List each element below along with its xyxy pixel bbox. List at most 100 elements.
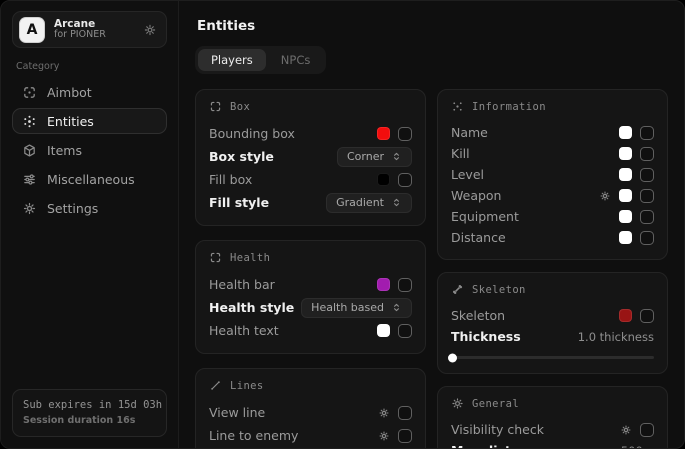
setting-label: Level (451, 167, 484, 182)
setting-row: Fill style Gradient (209, 191, 412, 214)
checkbox[interactable] (640, 210, 654, 224)
health-style-dropdown[interactable]: Health based (301, 298, 412, 318)
checkbox[interactable] (398, 278, 412, 292)
setting-label: Name (451, 125, 488, 140)
checkbox[interactable] (398, 173, 412, 187)
sidebar: A Arcane for PIONER Category (1, 1, 179, 448)
checkbox[interactable] (398, 324, 412, 338)
general-panel-header: General (451, 397, 654, 410)
diagonal-line-icon (209, 379, 222, 392)
corner-brackets-icon (209, 251, 222, 264)
setting-label: Fill style (209, 195, 269, 210)
setting-label: Health style (209, 300, 294, 315)
color-swatch[interactable] (377, 173, 390, 186)
sub-expiry-text: Sub expires in 15d 03h (23, 398, 156, 414)
checkbox[interactable] (640, 168, 654, 182)
checkbox[interactable] (640, 189, 654, 203)
slider-label-row: Thickness 1.0 thickness (451, 326, 654, 347)
setting-row: Equipment (451, 206, 654, 227)
color-swatch[interactable] (619, 147, 632, 160)
setting-label: Weapon (451, 188, 501, 203)
gear-icon (22, 201, 37, 216)
box-panel: Box Bounding box Box style Corner (195, 89, 426, 226)
tab-npcs[interactable]: NPCs (268, 49, 324, 71)
color-swatch[interactable] (619, 231, 632, 244)
dropdown-value: Corner (347, 150, 384, 163)
slider-value: 500m (621, 444, 654, 449)
session-duration-text: Session duration 16s (23, 414, 156, 428)
color-swatch[interactable] (619, 210, 632, 223)
sidebar-item-items[interactable]: Items (12, 137, 167, 163)
setting-row: Kill (451, 143, 654, 164)
setting-row: Skeleton (451, 305, 654, 326)
color-swatch[interactable] (619, 309, 632, 322)
sliders-icon (22, 172, 37, 187)
panel-title: Lines (230, 380, 264, 392)
color-swatch[interactable] (377, 278, 390, 291)
setting-label: Bounding box (209, 126, 295, 141)
setting-row: Visibility check (451, 419, 654, 440)
gear-icon[interactable] (378, 407, 390, 419)
fill-style-dropdown[interactable]: Gradient (326, 193, 412, 213)
color-swatch[interactable] (377, 127, 390, 140)
panel-columns: Box Bounding box Box style Corner (195, 89, 668, 449)
box-style-dropdown[interactable]: Corner (337, 147, 412, 167)
info-target-icon (451, 100, 464, 113)
box-panel-header: Box (209, 100, 412, 113)
setting-row: Weapon (451, 185, 654, 206)
cube-icon (22, 143, 37, 158)
setting-row: Line to enemy (209, 424, 412, 447)
checkbox[interactable] (398, 429, 412, 443)
health-panel: Health Health bar Health style Health ba… (195, 240, 426, 354)
sidebar-item-settings[interactable]: Settings (12, 195, 167, 221)
dropdown-value: Health based (311, 301, 384, 314)
subscription-info: Sub expires in 15d 03h Session duration … (12, 389, 167, 437)
gear-icon[interactable] (620, 424, 632, 436)
thickness-slider[interactable] (451, 356, 654, 359)
panel-title: Health (230, 252, 270, 264)
setting-row: Health style Health based (209, 296, 412, 319)
sidebar-item-miscellaneous[interactable]: Miscellaneous (12, 166, 167, 192)
checkbox[interactable] (398, 406, 412, 420)
tab-players[interactable]: Players (198, 49, 266, 71)
setting-label: Kill (451, 146, 470, 161)
gear-icon[interactable] (378, 430, 390, 442)
dropdown-value: Gradient (336, 196, 384, 209)
color-swatch[interactable] (377, 324, 390, 337)
setting-label: Distance (451, 230, 506, 245)
skeleton-panel-header: Skeleton (451, 283, 654, 296)
color-swatch[interactable] (619, 189, 632, 202)
sidebar-item-label: Aimbot (47, 85, 92, 100)
brand-logo: A (19, 17, 45, 43)
checkbox[interactable] (640, 147, 654, 161)
sidebar-nav: Aimbot Entities (12, 79, 167, 221)
brand-text: Arcane for PIONER (54, 18, 134, 41)
page-title: Entities (197, 18, 666, 34)
skeleton-panel: Skeleton Skeleton Thickness 1.0 thicknes… (437, 272, 668, 374)
gear-icon[interactable] (143, 23, 157, 37)
slider-thumb[interactable] (448, 353, 457, 362)
app-window: A Arcane for PIONER Category (0, 0, 685, 449)
entity-tabs: Players NPCs (195, 46, 326, 74)
brand-subtitle: for PIONER (54, 30, 134, 41)
panel-title: Box (230, 101, 250, 113)
checkbox[interactable] (640, 231, 654, 245)
setting-label: Max distance (451, 443, 544, 449)
checkbox[interactable] (640, 126, 654, 140)
setting-label: Visibility check (451, 422, 544, 437)
health-panel-header: Health (209, 251, 412, 264)
sidebar-item-entities[interactable]: Entities (12, 108, 167, 134)
sidebar-item-label: Items (47, 143, 82, 158)
gear-icon[interactable] (599, 190, 611, 202)
lines-panel-header: Lines (209, 379, 412, 392)
checkbox[interactable] (640, 309, 654, 323)
general-panel: General Visibility check (437, 386, 668, 449)
bone-icon (451, 283, 464, 296)
checkbox[interactable] (640, 423, 654, 437)
sidebar-item-aimbot[interactable]: Aimbot (12, 79, 167, 105)
slider-value: 1.0 thickness (578, 330, 654, 344)
color-swatch[interactable] (619, 126, 632, 139)
unfold-icon (391, 302, 402, 313)
checkbox[interactable] (398, 127, 412, 141)
color-swatch[interactable] (619, 168, 632, 181)
